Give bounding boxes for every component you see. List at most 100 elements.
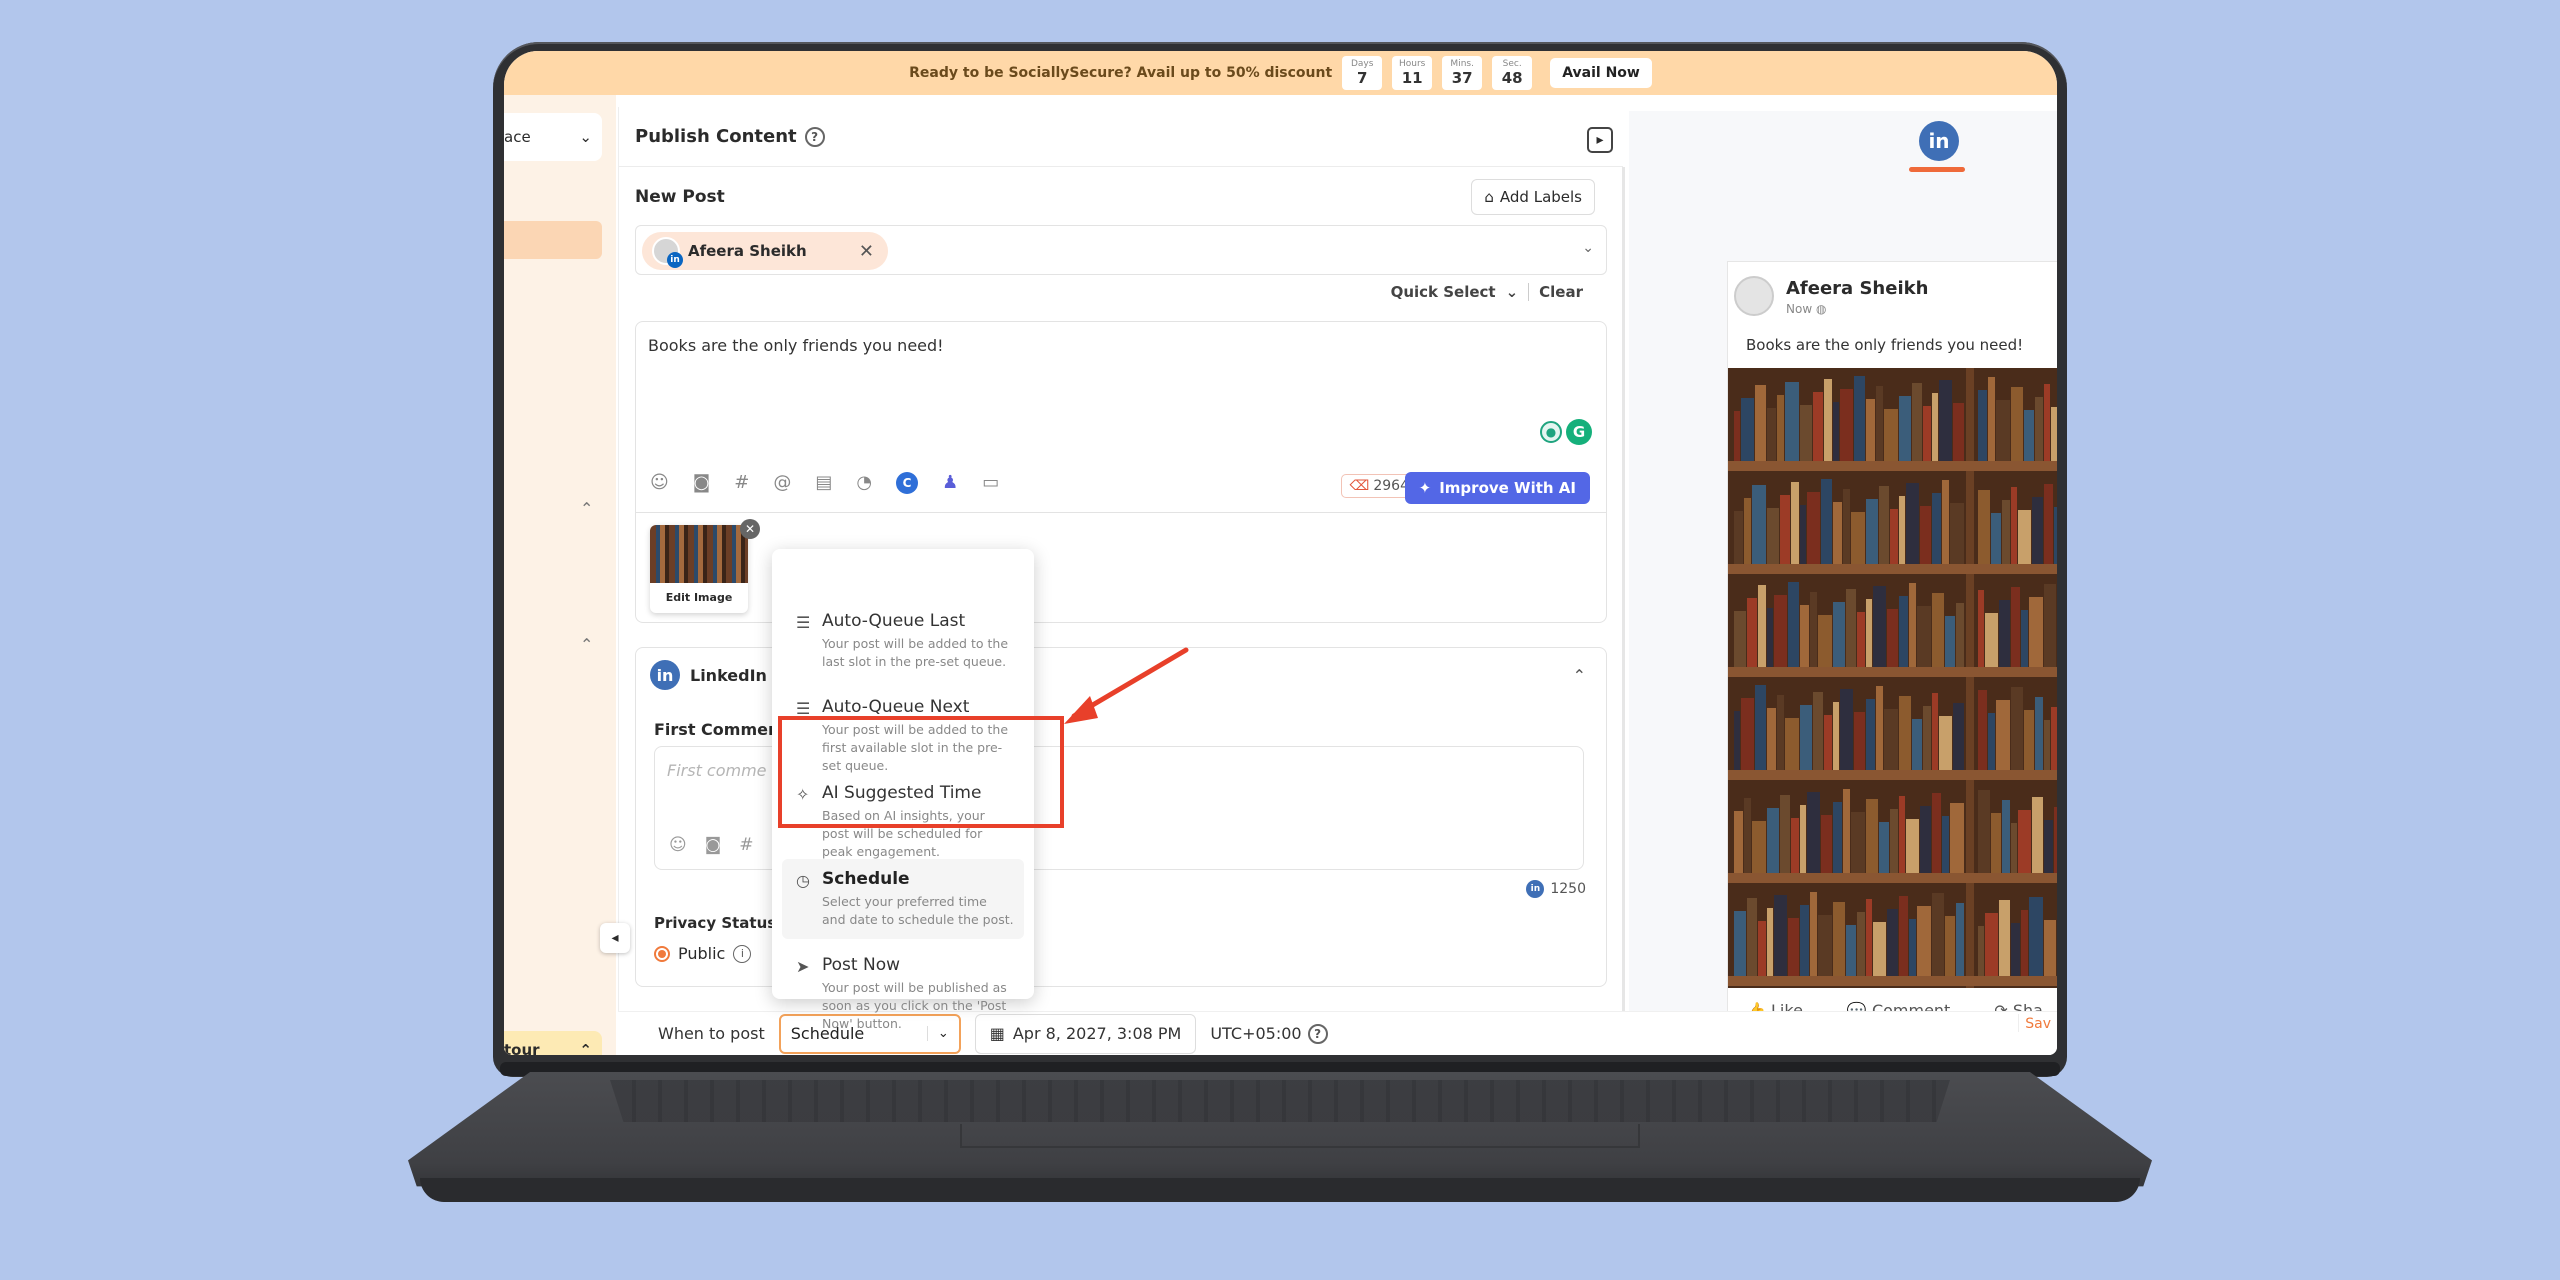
book-spine — [1999, 900, 2010, 976]
book-spine — [1920, 806, 1931, 873]
chevron-down-icon[interactable]: ⌄ — [1582, 240, 1594, 256]
publish-panel: Publish Content ? ▸ New Post ⌂ Add Label… — [618, 107, 1625, 1055]
chevron-up-icon[interactable]: ⌃ — [580, 499, 593, 518]
book-spine — [1785, 382, 1799, 461]
book-spine — [1854, 712, 1865, 770]
clear-button[interactable]: Clear — [1539, 283, 1583, 301]
book-spine — [1920, 506, 1931, 564]
comment-counter: in 1250 — [1526, 880, 1586, 898]
book-spine — [1899, 896, 1908, 976]
menu-item-schedule[interactable]: ◷ Schedule Select your preferred time an… — [782, 859, 1024, 940]
help-icon[interactable]: ? — [1307, 1023, 1328, 1044]
workspace-selector[interactable]: ace ⌄ — [504, 113, 602, 161]
collapse-preview-icon[interactable]: ▸ — [1587, 127, 1613, 153]
tour-widget[interactable]: tour ⌃ — [504, 1031, 602, 1055]
avail-now-button[interactable]: Avail Now — [1550, 58, 1652, 88]
info-icon[interactable]: i — [733, 944, 752, 963]
post-editor[interactable]: Books are the only friends you need! ● G… — [635, 321, 1607, 513]
book-spine — [1851, 812, 1865, 873]
grammarly-icon[interactable]: G — [1566, 419, 1592, 445]
image-thumbnail[interactable]: Edit Image — [650, 525, 748, 613]
document-icon[interactable]: ▤ — [815, 472, 832, 494]
layout-icon[interactable]: ▭ — [982, 472, 999, 494]
book-spine — [1909, 583, 1916, 667]
comment-toolbar: ☺ ◙ # — [669, 835, 753, 855]
book-spine — [1807, 792, 1820, 873]
menu-item-auto-queue-last[interactable]: ☰ Auto-Queue Last Your post will be adde… — [782, 601, 1024, 681]
menu-item-post-now[interactable]: ➤ Post Now Your post will be published a… — [782, 945, 1024, 1043]
add-labels-button[interactable]: ⌂ Add Labels — [1471, 179, 1595, 215]
camera-icon[interactable]: ◙ — [705, 835, 722, 855]
linkedin-icon: in — [1526, 880, 1545, 898]
quick-select-bar: Quick Select ⌄ Clear — [1391, 283, 1583, 301]
book-spine — [1821, 815, 1832, 873]
book-spine — [1906, 483, 1919, 564]
date-time-value: Apr 8, 2027, 3:08 PM — [1012, 1024, 1182, 1043]
radio-selected[interactable] — [654, 945, 670, 962]
book-spine — [1945, 616, 1955, 667]
preview-panel: in Afeera Sheikh Now ◍ Books are the onl… — [1629, 111, 2057, 1031]
improve-with-ai-button[interactable]: ✦ Improve With AI — [1404, 472, 1590, 504]
magic-wand-icon: ✦ — [1418, 479, 1432, 497]
book-spine — [1780, 495, 1790, 564]
shelf-plank — [1728, 564, 2057, 574]
book-spine — [1800, 905, 1809, 976]
privacy-public-option[interactable]: Public i — [654, 944, 752, 963]
book-spine — [1978, 490, 1990, 564]
book-spine — [1956, 603, 1964, 667]
book-spine — [2044, 584, 2056, 667]
book-spine — [1777, 695, 1784, 770]
close-icon[interactable]: ✕ — [859, 241, 874, 262]
quick-select-button[interactable]: Quick Select — [1391, 283, 1496, 301]
book-spine — [1791, 482, 1799, 564]
book-spine — [1950, 503, 1964, 564]
book-spine — [1879, 486, 1889, 564]
chart-icon[interactable]: ◔ — [856, 472, 872, 494]
book-spine — [1923, 406, 1931, 461]
book-spine — [1857, 612, 1865, 667]
hashtag-icon[interactable]: # — [739, 835, 753, 855]
linkedin-section-header[interactable]: in LinkedIn C — [650, 660, 784, 690]
canva-icon[interactable]: C — [896, 472, 919, 494]
first-comment-placeholder: First comme — [667, 761, 767, 780]
help-icon[interactable]: ? — [804, 126, 825, 147]
account-selector[interactable]: in Afeera Sheikh ✕ ⌄ — [635, 225, 1607, 275]
menu-item-desc: Your post will be published as soon as y… — [822, 980, 1007, 1032]
camera-icon[interactable]: ◙ — [693, 472, 710, 494]
remove-image-icon[interactable]: ✕ — [740, 519, 760, 539]
book-spine — [1866, 899, 1872, 976]
sidebar-item-active[interactable] — [504, 221, 602, 259]
chevron-up-icon[interactable]: ⌃ — [580, 635, 593, 654]
book-spine — [1818, 615, 1832, 667]
robot-icon[interactable]: ♟ — [942, 472, 958, 494]
chevron-up-icon[interactable]: ⌃ — [1573, 666, 1586, 685]
book-spine — [2029, 597, 2043, 667]
account-chip[interactable]: in Afeera Sheikh ✕ — [642, 232, 888, 270]
panel-header: Publish Content ? ▸ — [619, 107, 1623, 167]
edit-image-label[interactable]: Edit Image — [650, 583, 748, 604]
post-text[interactable]: Books are the only friends you need! — [648, 336, 944, 355]
book-spine — [1917, 606, 1931, 667]
book-spine — [1818, 915, 1832, 976]
book-spine — [2044, 720, 2050, 770]
hashtag-icon[interactable]: # — [734, 472, 749, 494]
sidebar-toggle-icon[interactable]: ◂ — [600, 923, 630, 953]
book-spine — [1887, 909, 1898, 976]
mention-icon[interactable]: @ — [773, 472, 791, 494]
book-spine — [1866, 599, 1872, 667]
menu-item-title: Schedule — [822, 869, 910, 889]
book-spine — [1857, 912, 1865, 976]
save-button[interactable]: Sav — [2018, 1014, 2057, 1032]
book-spine — [2011, 487, 2017, 564]
book-spine — [1755, 385, 1766, 461]
book-spine — [1996, 400, 2010, 461]
book-spine — [1879, 822, 1889, 873]
lightbulb-icon[interactable]: ● — [1540, 421, 1562, 443]
shelf-plank — [1728, 976, 2057, 986]
linkedin-preview-tab[interactable]: in — [1919, 121, 1959, 161]
emoji-icon[interactable]: ☺ — [650, 472, 669, 494]
book-spine — [2035, 697, 2043, 770]
book-spine — [1824, 379, 1832, 461]
chevron-down-icon[interactable]: ⌄ — [1506, 283, 1519, 301]
emoji-icon[interactable]: ☺ — [669, 835, 687, 855]
